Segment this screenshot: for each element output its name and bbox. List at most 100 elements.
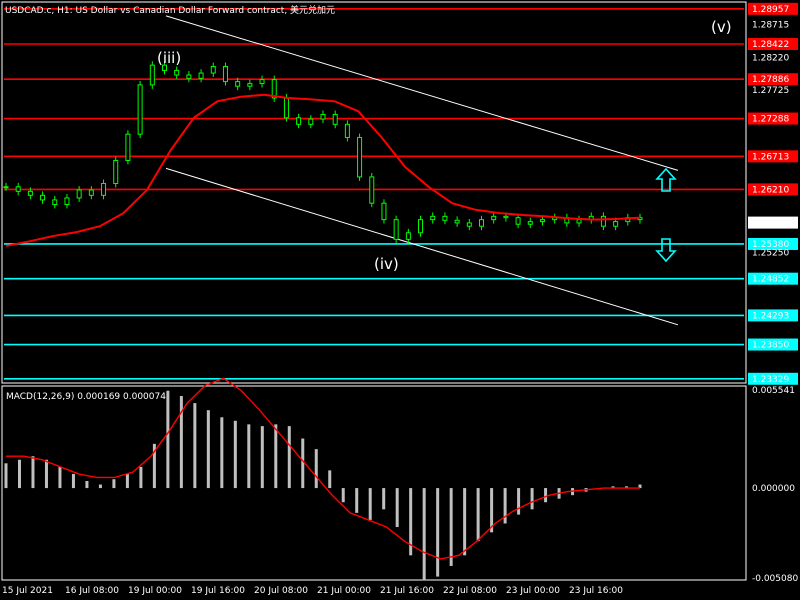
support-level-3-label: 1.23850 [752,341,789,351]
macd-title: MACD(12,26,9) 0.000169 0.000074 [6,392,166,402]
macd-bar-2 [31,456,35,489]
candle-body-8 [101,182,107,196]
time-tick-3: 19 Jul 16:00 [191,586,245,596]
macd-bar-22 [301,438,305,489]
candle-body-10 [125,133,131,161]
price-layer [3,8,744,380]
candle-body-47 [576,219,582,224]
macd-bar-10 [139,466,143,489]
candle-body-24 [296,117,302,125]
macd-bar-31 [422,488,426,581]
candle-body-21 [259,79,265,85]
wave-label-v: (v) [711,18,732,36]
macd-bar-26 [355,488,359,513]
macd-bar-0 [4,463,8,489]
resistance-level-5-label: 1.26210 [752,185,789,195]
support-level-4-label: 1.23329 [752,375,789,385]
arrow-down-icon [655,238,677,263]
macd-bar-38 [517,488,521,515]
macd-bar-1 [17,459,21,489]
time-tick-8: 23 Jul 00:00 [506,586,560,596]
candle-body-25 [308,118,314,125]
macd-bar-17 [233,420,237,489]
candle-body-29 [357,136,363,178]
price-tick-0: 1.28715 [752,21,789,31]
price-tick-1: 1.28220 [752,53,789,63]
macd-bar-29 [395,488,399,528]
candle-body-41 [503,215,509,219]
channel-lower-line [165,167,679,326]
candle-body-38 [466,222,472,227]
macd-bar-8 [112,479,116,489]
wave-label-iv: (iv) [374,255,399,273]
candle-body-7 [88,189,94,196]
macd-bar-28 [382,488,386,510]
chart-canvas: 1.28957 1.28422 1.27886 1.27288 1.26713 1.262… [1,1,798,596]
resistance-level-0-label: 1.28957 [752,5,789,15]
candle-body-32 [393,219,399,240]
candle-body-30 [369,176,375,204]
candle-body-36 [442,215,448,221]
candle-body-40 [491,215,497,221]
candle-body-5 [64,197,70,206]
macd-bar-19 [260,426,264,489]
macd-tick-1: 0.000000 [752,484,795,494]
candle-body-3 [40,194,46,201]
candle-body-16 [198,72,204,79]
macd-layer [4,377,642,581]
macd-bar-9 [125,473,129,489]
arrow-up-icon [655,167,677,192]
candle-body-18 [222,65,228,83]
candle-body-2 [27,190,33,196]
macd-bar-40 [544,488,548,503]
macd-bar-23 [314,449,318,489]
candle-body-15 [186,74,192,79]
macd-bar-34 [463,488,467,556]
macd-bar-3 [44,459,48,489]
time-tick-9: 23 Jul 16:00 [569,586,623,596]
candle-body-43 [527,221,533,225]
candle-body-23 [283,97,289,119]
macd-bar-33 [449,488,453,566]
time-tick-5: 21 Jul 00:00 [317,586,371,596]
candle-body-31 [381,202,387,221]
macd-bar-25 [341,488,345,503]
macd-bar-14 [193,403,197,489]
time-tick-6: 21 Jul 16:00 [380,586,434,596]
candle-body-35 [430,215,436,221]
macd-bar-4 [58,466,62,489]
resistance-level-2-label: 1.27886 [752,75,789,85]
candle-body-1 [15,186,21,192]
macd-bar-6 [85,480,89,489]
macd-bar-24 [328,470,332,489]
candle-body-9 [113,159,119,184]
resistance-level-3-label: 1.27288 [752,115,789,125]
time-tick-4: 20 Jul 08:00 [254,586,308,596]
macd-bar-18 [247,424,251,489]
candle-body-44 [539,219,545,223]
candle-body-26 [320,113,326,120]
candle-body-0 [3,186,9,189]
candle-body-11 [137,84,143,135]
candle-body-19 [235,81,241,87]
macd-signal-line [6,377,640,560]
macd-bar-15 [206,410,210,489]
macd-tick-2: -0.005080 [752,574,798,584]
time-tick-7: 22 Jul 08:00 [443,586,497,596]
macd-bar-20 [274,424,278,489]
candle-body-37 [454,219,460,224]
chart-title: USDCAD.c, H1: US Dollar vs Canadian Doll… [5,4,335,16]
macd-bar-7 [98,484,102,489]
candle-body-12 [149,64,155,86]
macd-bar-21 [287,426,291,489]
macd-bar-27 [368,488,372,520]
macd-tick-0: 0.005541 [752,386,795,396]
support-level-2-label: 1.24293 [752,311,789,321]
macd-bar-39 [530,488,534,510]
candle-body-39 [479,219,484,227]
time-tick-0: 15 Jul 2021 [2,586,53,596]
current-price-label: 1.25705 [752,219,789,229]
macd-bar-5 [71,473,75,489]
candle-body-6 [76,189,82,199]
candle-body-50 [613,221,619,227]
